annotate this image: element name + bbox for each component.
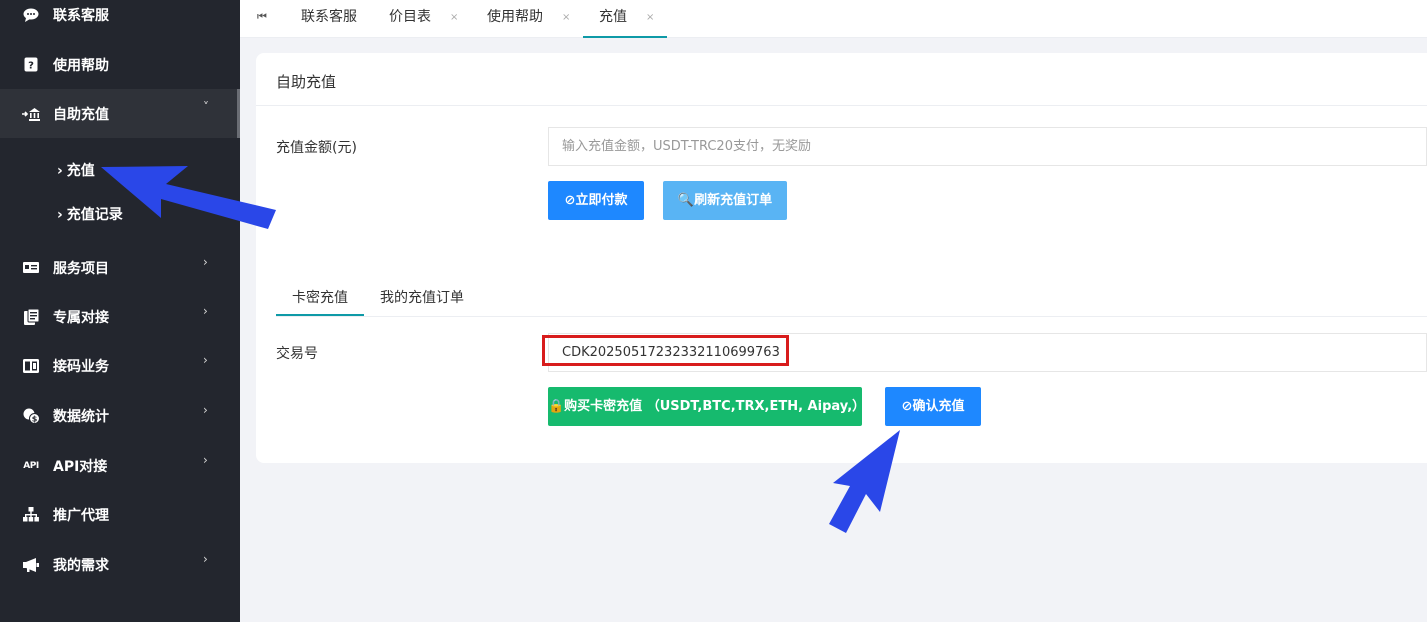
sidebar-subitem-label: 充值记录 — [66, 207, 123, 223]
sidebar-item-statistics[interactable]: $ 数据统计 › — [0, 391, 240, 440]
buy-card-key-button[interactable]: 🔒购买卡密充值 （USDT,BTC,TRX,ETH, Aipay,） — [548, 387, 865, 426]
sidebar-item-label: 自助充值 — [53, 106, 109, 123]
sidebar-item-contact[interactable]: 联系客服 — [0, 0, 240, 39]
tab-contact[interactable]: 联系客服 — [301, 0, 357, 38]
coins-icon: $ — [22, 407, 40, 425]
sidebar-subitem-recharge[interactable]: › 充值 — [57, 160, 95, 180]
transaction-id-label: 交易号 — [276, 346, 318, 362]
svg-text:$: $ — [31, 414, 37, 423]
card-title: 自助充值 — [276, 73, 337, 91]
tab-label: 使用帮助 — [487, 9, 543, 25]
sidebar-item-self-recharge[interactable]: 自助充值 ˅ — [0, 89, 240, 138]
api-icon: API — [23, 460, 39, 471]
chevron-right-icon: › — [203, 453, 208, 467]
pay-now-button[interactable]: ⊘立即付款 — [548, 181, 644, 220]
chevron-down-icon: ˅ — [203, 100, 209, 114]
sidebar-subitem-recharge-records[interactable]: › 充值记录 — [57, 204, 123, 224]
refresh-orders-button[interactable]: 🔍刷新充值订单 — [663, 181, 787, 220]
sidebar-subitem-label: 充值 — [66, 163, 95, 179]
amount-label: 充值金额(元) — [276, 140, 357, 156]
chevron-right-icon: › — [203, 304, 208, 318]
tab-card-recharge[interactable]: 卡密充值 — [292, 287, 348, 307]
sidebar-item-label: 接码业务 — [53, 358, 109, 375]
tab-divider — [276, 316, 1427, 317]
sidebar-item-label: 推广代理 — [53, 507, 109, 524]
help-icon: ? — [22, 56, 40, 74]
sidebar-item-my-requests[interactable]: 我的需求 › — [0, 540, 240, 589]
tab-label: 充值 — [599, 9, 627, 25]
sidebar-item-services[interactable]: 服务项目 › — [0, 243, 240, 292]
chevron-right-icon: › — [57, 163, 63, 179]
tab-help[interactable]: 使用帮助 × — [487, 0, 570, 38]
tab-recharge[interactable]: 充值 × — [583, 0, 667, 38]
sidebar-item-help[interactable]: ? 使用帮助 — [0, 40, 240, 89]
amount-input[interactable]: 输入充值金额，USDT-TRC20支付，无奖励 — [548, 127, 1427, 166]
sidebar-item-dedicated[interactable]: 专属对接 › — [0, 292, 240, 341]
svg-text:?: ? — [28, 61, 34, 72]
sidebar-item-label: API对接 — [53, 458, 108, 475]
sitemap-icon — [22, 506, 40, 524]
sidebar-item-promotion[interactable]: 推广代理 — [0, 490, 240, 539]
sidebar-item-label: 我的需求 — [53, 557, 109, 574]
sidebar-item-label: 数据统计 — [53, 408, 109, 425]
close-icon[interactable]: × — [562, 0, 570, 35]
sidebar-item-sms-code[interactable]: 接码业务 › — [0, 341, 240, 390]
tab-label: 联系客服 — [301, 9, 357, 25]
tab-my-orders[interactable]: 我的充值订单 — [380, 287, 464, 307]
confirm-recharge-button[interactable]: ⊘确认充值 — [885, 387, 981, 426]
chevron-right-icon: › — [203, 403, 208, 417]
tab-label: 价目表 — [389, 9, 431, 25]
tab-bar: ⏮ 联系客服 价目表 × 使用帮助 × 充值 × — [240, 0, 1427, 38]
bank-icon — [22, 105, 40, 123]
sidebar-item-label: 联系客服 — [53, 7, 109, 24]
chevron-right-icon: › — [203, 353, 208, 367]
chevron-right-icon: › — [57, 207, 63, 223]
sidebar-item-label: 专属对接 — [53, 309, 109, 326]
chevron-right-icon: › — [203, 552, 208, 566]
sidebar: 联系客服 ? 使用帮助 自助充值 ˅ › 充值 › 充值记录 服务项目 › 专属对接… — [0, 0, 240, 622]
sidebar-item-api[interactable]: API API对接 › — [0, 441, 240, 490]
card-header: 自助充值 — [256, 53, 1427, 106]
card-icon — [22, 259, 40, 277]
document-icon — [22, 308, 40, 326]
megaphone-icon — [22, 556, 40, 574]
chat-icon — [22, 6, 40, 24]
sim-icon — [22, 357, 40, 375]
tab-price-list[interactable]: 价目表 × — [389, 0, 458, 38]
sidebar-item-label: 服务项目 — [53, 260, 109, 277]
chevron-right-icon: › — [203, 255, 208, 269]
active-tab-indicator — [276, 314, 364, 316]
sidebar-item-label: 使用帮助 — [53, 57, 109, 74]
close-icon[interactable]: × — [646, 0, 654, 35]
highlight-annotation — [542, 335, 789, 366]
first-page-icon[interactable]: ⏮ — [257, 10, 267, 24]
close-icon[interactable]: × — [450, 0, 458, 35]
